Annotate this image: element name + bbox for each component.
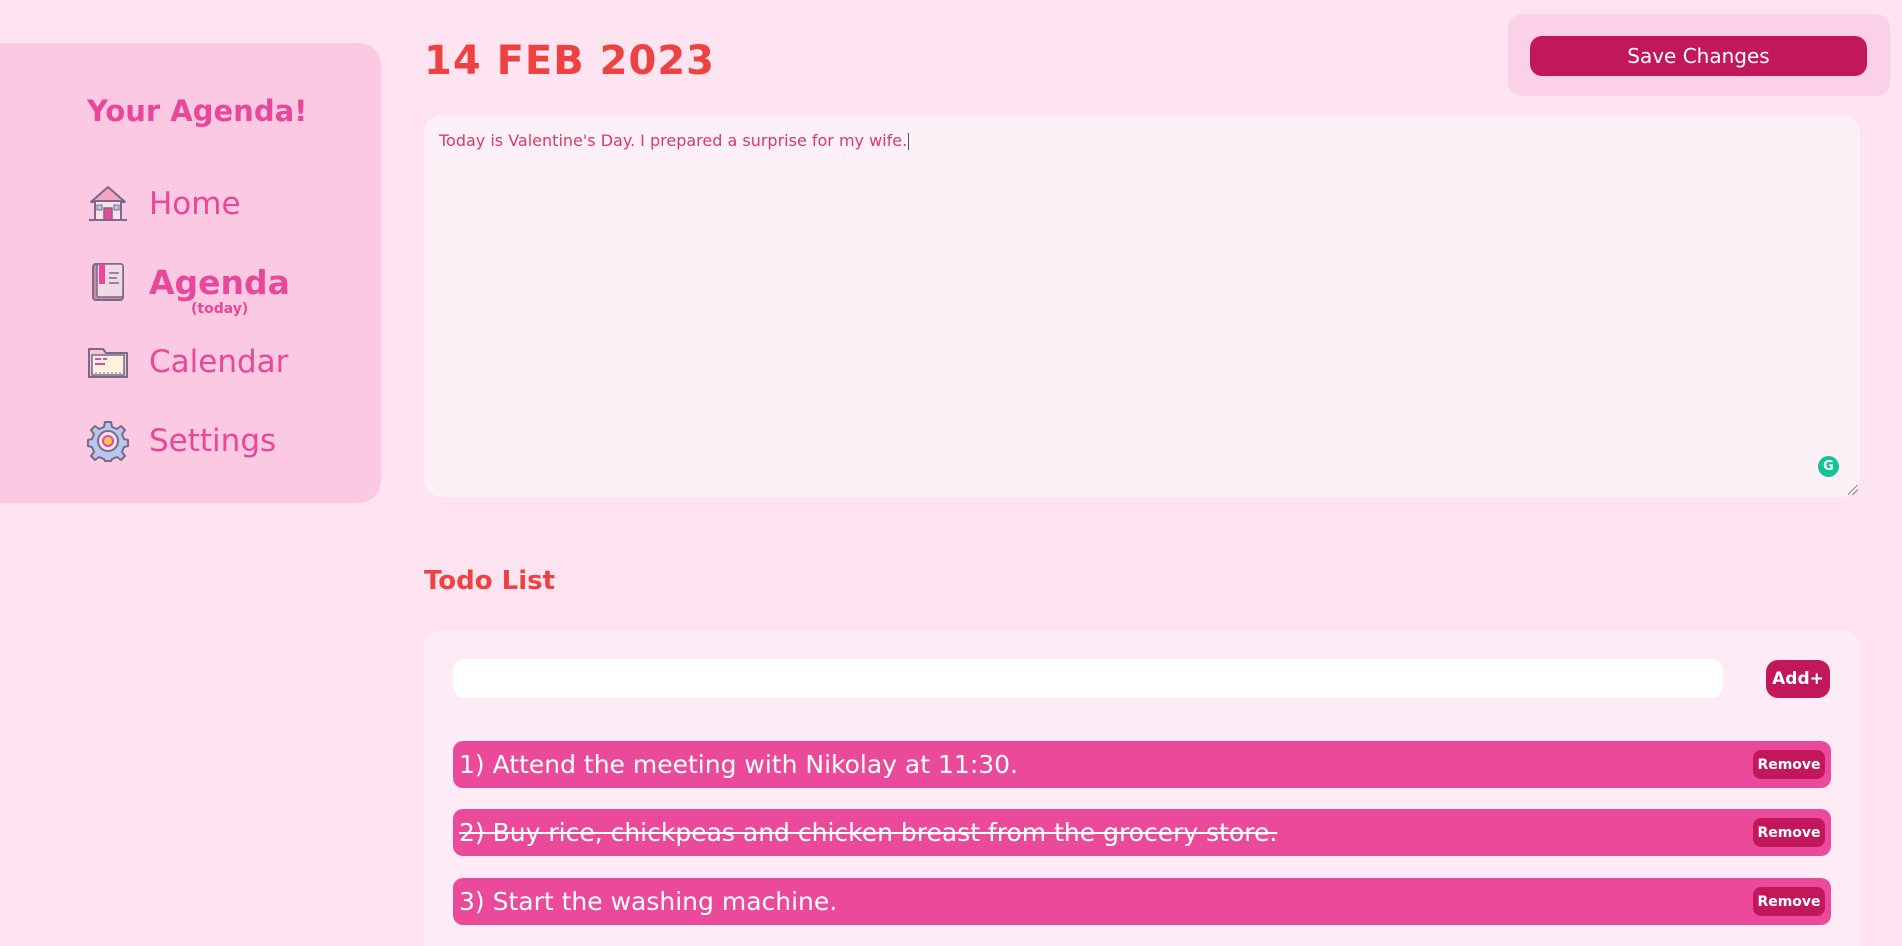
todo-item-text: 3) Start the washing machine.: [459, 887, 838, 916]
folder-icon: [87, 341, 129, 383]
resize-handle[interactable]: [1848, 485, 1858, 495]
nav-label-home: Home: [149, 186, 241, 222]
notebook-icon: [87, 261, 129, 303]
grammarly-icon[interactable]: G: [1818, 456, 1839, 477]
save-button[interactable]: Save Changes: [1530, 36, 1867, 76]
add-todo-button[interactable]: Add+: [1766, 660, 1830, 698]
page-title-date: 14 FEB 2023: [424, 38, 715, 84]
sidebar: Your Agenda! Home Agenda (today) Calenda…: [0, 43, 381, 503]
nav-label-calendar: Calendar: [149, 344, 289, 380]
todo-panel: Add+ 1) Attend the meeting with Nikolay …: [424, 630, 1860, 946]
nav-item-calendar[interactable]: Calendar: [87, 341, 288, 383]
nav-item-home[interactable]: Home: [87, 183, 241, 225]
nav-label-settings: Settings: [149, 423, 277, 459]
remove-button[interactable]: Remove: [1753, 818, 1825, 847]
todo-title: Todo List: [424, 566, 556, 596]
text-caret: [908, 133, 910, 150]
remove-button[interactable]: Remove: [1753, 887, 1825, 916]
notes-textarea[interactable]: Today is Valentine's Day. I prepared a s…: [424, 115, 1860, 497]
todo-item[interactable]: 3) Start the washing machine. Remove: [453, 878, 1831, 925]
todo-item-text: 2) Buy rice, chickpeas and chicken breas…: [459, 818, 1278, 847]
notes-text: Today is Valentine's Day. I prepared a s…: [439, 131, 908, 150]
remove-button[interactable]: Remove: [1753, 750, 1825, 779]
todo-item[interactable]: 2) Buy rice, chickpeas and chicken breas…: [453, 809, 1831, 856]
nav-sublabel-today: (today): [191, 301, 249, 317]
todo-item[interactable]: 1) Attend the meeting with Nikolay at 11…: [453, 741, 1831, 788]
nav-label-agenda: Agenda: [149, 262, 290, 302]
save-panel: Save Changes: [1508, 14, 1890, 96]
gear-icon: [87, 420, 129, 462]
house-icon: [87, 183, 129, 225]
todo-item-text: 1) Attend the meeting with Nikolay at 11…: [459, 750, 1018, 779]
nav-item-agenda[interactable]: Agenda (today): [87, 261, 290, 317]
brand-title: Your Agenda!: [87, 94, 308, 128]
todo-input[interactable]: [453, 659, 1723, 698]
nav-item-settings[interactable]: Settings: [87, 420, 276, 462]
